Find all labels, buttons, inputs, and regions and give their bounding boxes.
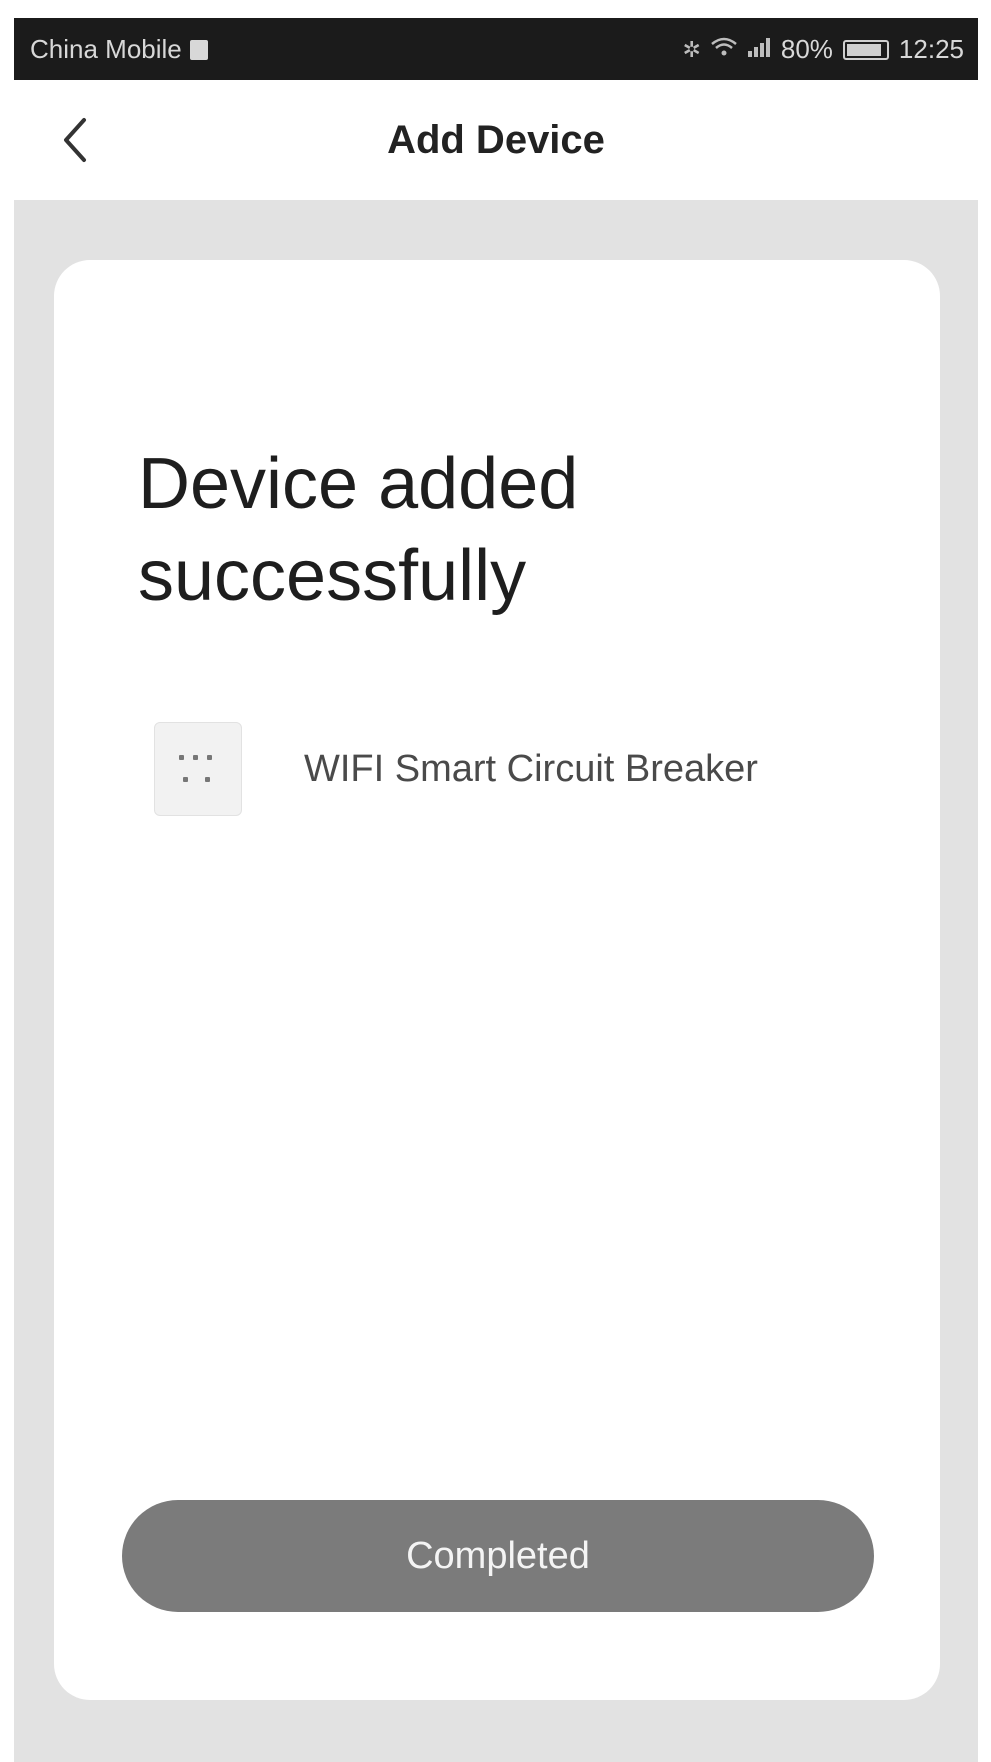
alarm-icon: ✲ [682,36,701,62]
success-heading: Device added successfully [138,444,579,616]
status-right: ✲ 80% 12:25 [682,34,964,65]
sim-card-icon [189,39,208,60]
status-left: China Mobile [30,34,208,65]
status-bar: China Mobile ✲ 80% 12:25 [14,18,978,80]
battery-icon [842,39,889,60]
nav-bar: Add Device [14,80,978,200]
carrier-label: China Mobile [30,34,182,64]
device-item: WIFI Smart Circuit Breaker [154,722,758,816]
result-card: Device added successfully WIFI Smart Cir… [54,260,940,1700]
circuit-breaker-thumbnail [154,722,242,816]
device-name: WIFI Smart Circuit Breaker [304,747,758,790]
completed-button[interactable]: Completed [122,1500,874,1612]
wifi-icon [711,37,737,63]
app-screen: China Mobile ✲ 80% 12:25 Add Device Devi… [14,18,978,1762]
battery-percent: 80% [780,34,833,64]
signal-icon [747,36,771,64]
clock: 12:25 [898,34,964,64]
page-title: Add Device [387,118,605,162]
